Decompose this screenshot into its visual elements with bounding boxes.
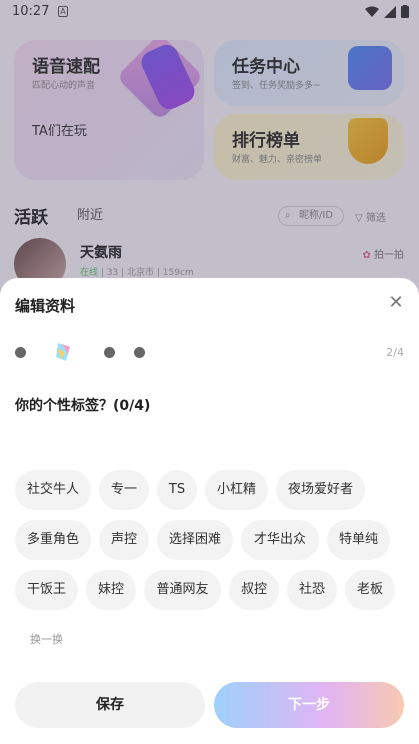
close-icon[interactable]: ✕ <box>387 294 405 312</box>
tag-chip[interactable]: 特单纯 <box>327 520 390 560</box>
tag-chip[interactable]: 才华出众 <box>241 520 319 560</box>
tag-chip[interactable]: 老板 <box>345 570 395 610</box>
swap-button[interactable]: 换一换 <box>30 631 63 647</box>
next-button[interactable]: 下一步 <box>214 682 404 728</box>
tag-chip[interactable]: 叔控 <box>229 570 279 610</box>
step-dot-4 <box>134 347 145 358</box>
tag-chip[interactable]: 干饭王 <box>15 570 78 610</box>
tag-chip[interactable]: 小杠精 <box>205 470 268 510</box>
save-button[interactable]: 保存 <box>15 682 205 728</box>
tags-question: 你的个性标签？(0/4) <box>15 398 151 414</box>
tag-chip[interactable]: 社交牛人 <box>15 470 91 510</box>
tag-chip[interactable]: 选择困难 <box>157 520 233 560</box>
tag-chip[interactable]: 声控 <box>99 520 149 560</box>
step-dot-1 <box>15 347 26 358</box>
tag-chip[interactable]: 社恐 <box>287 570 337 610</box>
tag-chip[interactable]: 专一 <box>99 470 149 510</box>
tag-chip[interactable]: TS <box>157 470 197 510</box>
current-step-flag-icon <box>56 343 70 361</box>
tag-chip[interactable]: 妹控 <box>86 570 136 610</box>
tag-chip[interactable]: 普通网友 <box>144 570 221 610</box>
tag-chip[interactable]: 夜场爱好者 <box>276 470 365 510</box>
step-dot-3 <box>104 347 115 358</box>
sheet-title: 编辑资料 <box>15 297 76 315</box>
edit-profile-sheet: 编辑资料 ✕ 2/4 你的个性标签？(0/4) 社交牛人 专一 TS 小杠精 夜… <box>0 278 419 744</box>
tag-chip[interactable]: 多重角色 <box>15 520 91 560</box>
page-indicator: 2/4 <box>386 346 404 359</box>
